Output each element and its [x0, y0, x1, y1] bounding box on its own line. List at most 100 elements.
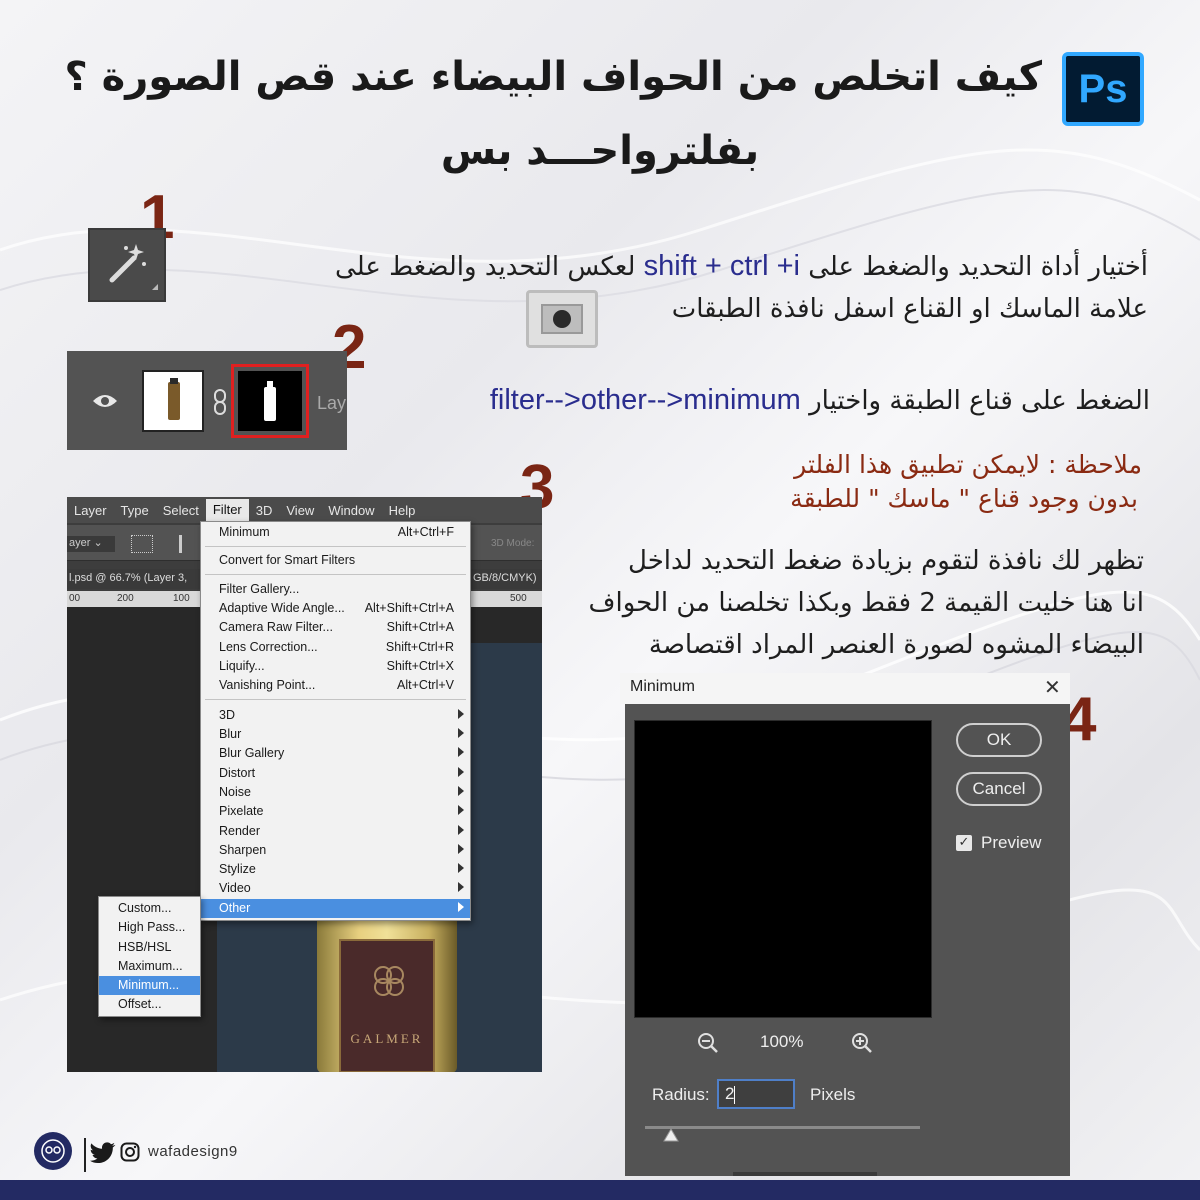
filter-item-gallery[interactable]: Filter Gallery... — [201, 580, 470, 599]
explain-line1: تظهر لك نافذة لتقوم بزيادة ضغط التحديد ل… — [628, 546, 1144, 576]
brand-logo-icon — [41, 1139, 65, 1163]
step1-line2: علامة الماسك او القناع اسفل نافذة الطبقا… — [671, 294, 1148, 324]
radius-label: Radius: — [652, 1085, 710, 1104]
other-item-hsb-hsl[interactable]: HSB/HSL — [99, 938, 200, 957]
filter-submenu-blur-gallery[interactable]: Blur Gallery — [201, 744, 470, 763]
photoshop-filter-screenshot: Layer Type Select Filter 3D View Window … — [67, 497, 542, 1072]
step1-line1: أختيار أداة التحديد والضغط على shift + c… — [335, 250, 1148, 283]
3d-mode-label: 3D Mode: — [491, 538, 535, 549]
step2-text-ar: الضغط على قناع الطبقة واختيار — [800, 386, 1150, 416]
filter-submenu-distort[interactable]: Distort — [201, 764, 470, 783]
visibility-eye-icon[interactable] — [92, 393, 118, 409]
ruler-mark: 500 — [510, 593, 527, 604]
preview-label: Preview — [981, 833, 1042, 852]
brand-emblem-icon — [374, 966, 404, 996]
filter-item-vanishing-point[interactable]: Vanishing Point... Alt+Ctrl+V — [201, 676, 470, 695]
dialog-divider — [733, 1172, 877, 1176]
instagram-icon[interactable] — [120, 1142, 140, 1162]
photoshop-logo: Ps — [1062, 52, 1144, 126]
layer-mask-thumbnail[interactable] — [231, 364, 309, 438]
radius-value: 2 — [725, 1084, 735, 1103]
other-item-minimum[interactable]: Minimum... — [99, 976, 200, 995]
ruler-mark: 100 — [173, 593, 190, 604]
menu-divider — [205, 546, 466, 547]
radius-input[interactable]: 2 — [717, 1079, 795, 1109]
preview-checkbox[interactable]: ✓ — [956, 835, 972, 851]
filter-item-minimum[interactable]: Minimum Alt+Ctrl+F — [201, 523, 470, 542]
minimum-dialog-titlebar: Minimum ✕ — [620, 673, 1070, 704]
menu-filter[interactable]: Filter — [205, 499, 249, 521]
filter-submenu-noise[interactable]: Noise — [201, 783, 470, 802]
document-tab-mode: GB/8/CMYK) — [473, 572, 537, 584]
menu-window[interactable]: Window — [321, 503, 381, 518]
other-item-maximum[interactable]: Maximum... — [99, 957, 200, 976]
menu-layer[interactable]: Layer — [67, 503, 114, 518]
layer-name-text: Lay — [317, 393, 347, 413]
filter-item-lens-correction[interactable]: Lens Correction... Shift+Ctrl+R — [201, 638, 470, 657]
ruler-mark: 00 — [69, 593, 81, 604]
photoshop-logo-text: Ps — [1078, 66, 1128, 111]
note-line1: ملاحظة : لايمكن تطبيق هذا الفلتر — [794, 450, 1142, 479]
zoom-out-icon[interactable] — [697, 1032, 719, 1054]
brand-logo — [34, 1132, 72, 1170]
filter-item-adaptive-wide-angle[interactable]: Adaptive Wide Angle... Alt+Shift+Ctrl+A — [201, 599, 470, 618]
filter-submenu-pixelate[interactable]: Pixelate — [201, 802, 470, 821]
dialog-title: Minimum — [630, 678, 695, 695]
align-icon[interactable] — [179, 535, 193, 553]
menu-divider — [205, 574, 466, 575]
slider-handle-icon[interactable] — [663, 1128, 679, 1142]
menu-divider — [205, 699, 466, 700]
step1-line1-pre: أختيار أداة التحديد والضغط على — [799, 252, 1148, 282]
link-chain-icon[interactable] — [212, 389, 228, 415]
other-item-offset[interactable]: Offset... — [99, 995, 200, 1014]
filter-path-text: filter-->other-->minimum — [489, 384, 801, 416]
cancel-button[interactable]: Cancel — [956, 772, 1042, 806]
step2-text: الضغط على قناع الطبقة واختيار filter-->o… — [490, 384, 1150, 417]
filter-menu: Minimum Alt+Ctrl+F Convert for Smart Filt… — [200, 521, 471, 921]
radius-slider-track[interactable] — [645, 1126, 920, 1129]
page-title: كيف اتخلص من الحواف البيضاء عند قص الصور… — [64, 54, 1042, 100]
menu-view[interactable]: View — [279, 503, 321, 518]
menu-help[interactable]: Help — [382, 503, 423, 518]
step1-line1-post: لعكس التحديد والضغط على — [335, 252, 644, 282]
menu-select[interactable]: Select — [156, 503, 206, 518]
filter-submenu-stylize[interactable]: Stylize — [201, 860, 470, 879]
layer-select-dropdown[interactable]: ayer ⌄ — [67, 536, 115, 552]
other-item-high-pass[interactable]: High Pass... — [99, 918, 200, 937]
explain-line2: انا هنا خليت القيمة 2 فقط وبكذا تخلصنا م… — [588, 588, 1144, 618]
layer-thumbnail[interactable] — [142, 370, 204, 432]
filter-item-liquify[interactable]: Liquify... Shift+Ctrl+X — [201, 657, 470, 676]
perfume-bottle: GALMER — [317, 913, 457, 1072]
footer-divider — [84, 1138, 86, 1172]
filter-submenu-other[interactable]: Other — [201, 899, 470, 918]
note-line2: بدون وجود قناع " ماسك " للطبقة — [790, 484, 1138, 513]
menu-type[interactable]: Type — [114, 503, 156, 518]
layers-panel-strip: Lay — [67, 351, 347, 450]
page-subtitle: بفلترواحـــد بس — [440, 128, 760, 174]
filter-submenu-render[interactable]: Render — [201, 822, 470, 841]
magic-wand-icon — [88, 228, 166, 302]
units-label: Pixels — [810, 1085, 856, 1104]
twitter-icon[interactable] — [90, 1142, 116, 1164]
layer-mask-icon — [526, 290, 598, 348]
filter-submenu-video[interactable]: Video — [201, 879, 470, 898]
marquee-tool-icon[interactable] — [131, 535, 153, 553]
explain-line3: البيضاء المشوه لصورة العنصر المراد اقتصا… — [648, 630, 1144, 660]
filter-item-convert-smart[interactable]: Convert for Smart Filters — [201, 551, 470, 570]
menu-bar: Layer Type Select Filter 3D View Window … — [67, 497, 542, 523]
close-icon[interactable]: ✕ — [1044, 675, 1061, 699]
other-item-custom[interactable]: Custom... — [99, 899, 200, 918]
filter-preview[interactable] — [634, 720, 932, 1018]
filter-submenu-sharpen[interactable]: Sharpen — [201, 841, 470, 860]
ok-button[interactable]: OK — [956, 723, 1042, 757]
ruler-mark: 200 — [117, 593, 134, 604]
social-handle[interactable]: wafadesign9 — [148, 1143, 238, 1160]
menu-3d[interactable]: 3D — [249, 503, 280, 518]
other-submenu: Custom... High Pass... HSB/HSL Maximum..… — [98, 896, 201, 1017]
filter-submenu-blur[interactable]: Blur — [201, 725, 470, 744]
footer-bar — [0, 1180, 1200, 1200]
document-tab-title: l.psd @ 66.7% (Layer 3, — [69, 572, 188, 584]
zoom-in-icon[interactable] — [851, 1032, 873, 1054]
filter-item-camera-raw[interactable]: Camera Raw Filter... Shift+Ctrl+A — [201, 618, 470, 637]
filter-submenu-3d[interactable]: 3D — [201, 706, 470, 725]
